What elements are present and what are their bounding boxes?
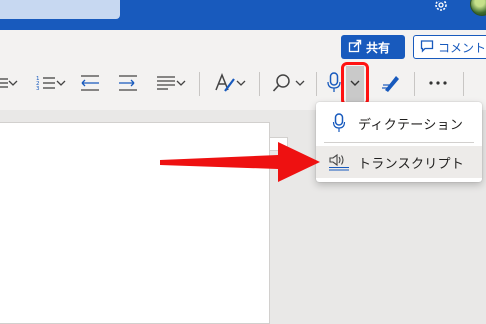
toolbar-divider [463,72,464,96]
share-button[interactable]: 共有 [341,35,405,59]
chevron-down-icon [176,80,186,86]
comment-icon [420,39,434,56]
more-options-icon [429,81,447,85]
editor-button[interactable] [381,70,401,96]
chevron-down-icon [8,80,18,86]
increase-indent-icon [119,75,137,91]
menu-item-label: ディクテーション [358,117,464,133]
toolbar-divider [199,72,200,96]
comment-button[interactable]: コメント [413,35,486,59]
more-options-button[interactable] [428,70,448,96]
share-icon [348,39,362,56]
microphone-icon [326,113,352,133]
search-icon [272,74,290,92]
microphone-icon [327,72,341,92]
styles-icon [215,73,235,92]
increase-indent-button[interactable] [118,70,138,96]
align-text-icon [157,76,175,90]
menu-item-transcribe[interactable]: トランスクリプト [316,146,482,178]
menu-divider [324,142,474,143]
numbering-button[interactable]: 1 2 3 [36,70,66,96]
gear-icon[interactable] [431,0,451,14]
editor-pen-icon [382,76,399,92]
menu-item-dictation[interactable]: ディクテーション [316,108,482,138]
red-arrow-annotation [160,142,320,182]
toolbar-divider [259,72,260,96]
styles-button[interactable] [214,70,246,96]
menu-item-label: トランスクリプト [358,156,465,172]
bullets-button[interactable] [0,70,18,96]
toolbar-divider [414,72,415,96]
decrease-indent-icon [81,75,99,91]
dictate-highlight-box [341,62,369,106]
toolbar-divider [316,72,317,96]
chevron-down-icon [236,80,246,86]
comment-label: コメント [438,40,486,55]
search-box[interactable] [0,0,120,19]
align-button[interactable] [156,70,186,96]
numbered-list-icon: 1 2 3 [36,76,55,92]
decrease-indent-button[interactable] [80,70,100,96]
bulleted-list-icon [0,78,8,88]
svg-text:3: 3 [36,86,40,92]
chevron-down-icon [56,80,66,86]
share-label: 共有 [366,40,391,55]
chevron-down-icon [295,80,305,86]
avatar[interactable] [470,0,486,16]
find-button[interactable] [272,70,305,96]
dictate-menu: ディクテーション トランスクリプト [316,102,482,182]
transcribe-icon [326,152,352,172]
title-bar [0,0,486,30]
dictate-button[interactable] [326,70,342,96]
